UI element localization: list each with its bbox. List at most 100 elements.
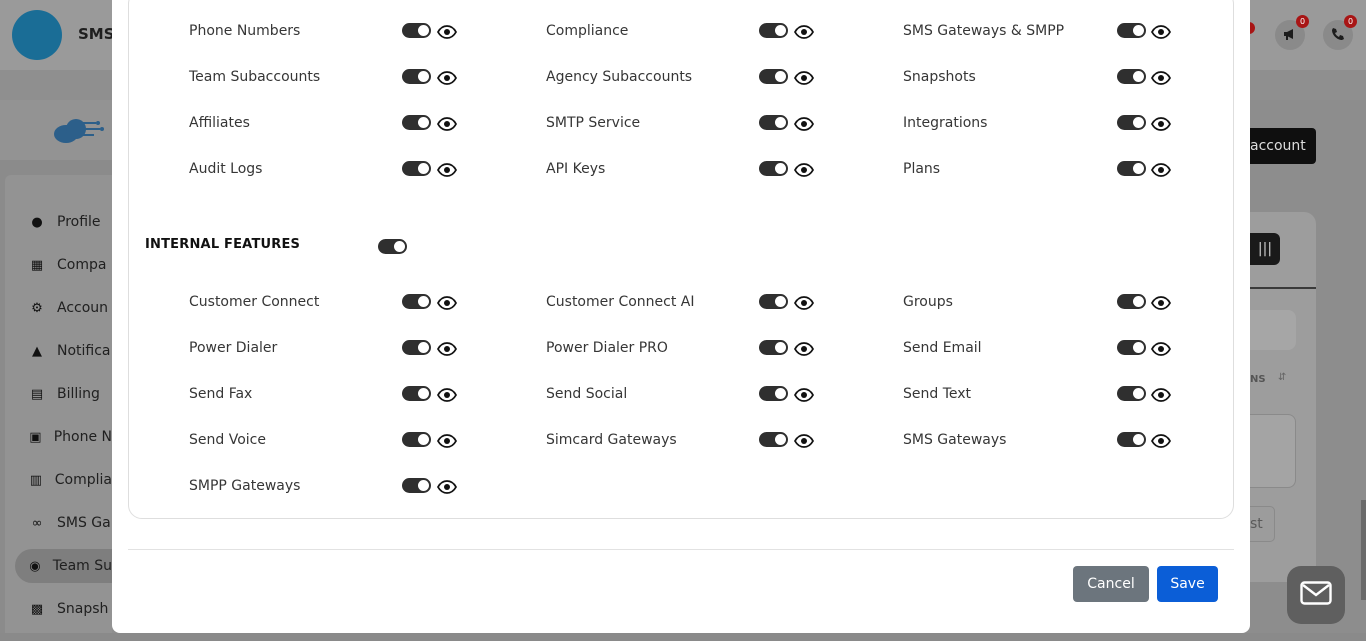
toggle-knob [418,117,429,128]
eye-icon[interactable] [1150,70,1172,85]
toggle-plans[interactable] [1117,161,1146,176]
eye-icon[interactable] [436,162,458,177]
eye-icon[interactable] [436,341,458,356]
toggle-send-email[interactable] [1117,340,1146,355]
toggle-agency-subaccounts[interactable] [759,69,788,84]
toggle-knob [418,388,429,399]
sidebar-item-label: Compa [57,257,107,273]
toggle-integrations[interactable] [1117,115,1146,130]
eye-icon[interactable] [793,387,815,402]
sidebar-item-compliance[interactable]: ▥ Complia [15,463,112,497]
feature-label-sms-gateways-and-smpp: SMS Gateways & SMPP [903,23,1065,39]
eye-icon[interactable] [793,341,815,356]
eye-icon[interactable] [436,433,458,448]
feature-label-customer-connect-ai: Customer Connect AI [546,294,695,310]
toggle-smpp-gateways[interactable] [402,478,431,493]
sidebar-item-notifications[interactable]: ▲ Notifica [15,334,112,368]
next-page-button[interactable]: st [1250,506,1275,542]
page-bottom [0,633,1366,641]
eye-icon[interactable] [793,433,815,448]
toggle-knob [775,71,786,82]
toggle-audit-logs[interactable] [402,161,431,176]
eye-icon[interactable] [436,116,458,131]
eye-icon[interactable] [793,24,815,39]
toggle-knob [1133,342,1144,353]
eye-icon[interactable] [436,24,458,39]
toggle-send-text[interactable] [1117,386,1146,401]
internal-features-toggle[interactable] [378,239,407,254]
eye-icon[interactable] [1150,433,1172,448]
eye-icon[interactable] [1150,295,1172,310]
feature-label-power-dialer-pro: Power Dialer PRO [546,340,668,356]
toggle-phone-numbers[interactable] [402,23,431,38]
envelope-icon [1300,581,1332,609]
toggle-power-dialer-pro[interactable] [759,340,788,355]
toggle-compliance[interactable] [759,23,788,38]
toggle-send-voice[interactable] [402,432,431,447]
toggle-power-dialer[interactable] [402,340,431,355]
feature-label-send-fax: Send Fax [189,386,253,402]
column-header[interactable]: NS [1250,374,1266,385]
eye-icon[interactable] [436,295,458,310]
scrollbar[interactable] [1361,500,1366,600]
eye-icon[interactable] [1150,116,1172,131]
calls-button[interactable]: 0 [1323,15,1357,50]
sidebar-item-billing[interactable]: ▤ Billing [15,377,112,411]
toggle-customer-connect-ai[interactable] [759,294,788,309]
sidebar-item-team-subaccounts[interactable]: ◉ Team Su [15,549,112,583]
toggle-knob [1133,117,1144,128]
cancel-button[interactable]: Cancel [1073,566,1149,602]
toggle-api-keys[interactable] [759,161,788,176]
toggle-send-fax[interactable] [402,386,431,401]
user-icon: ● [31,214,43,230]
toggle-send-social[interactable] [759,386,788,401]
eye-icon[interactable] [793,116,815,131]
feature-label-audit-logs: Audit Logs [189,161,263,177]
toggle-groups[interactable] [1117,294,1146,309]
eye-icon[interactable] [793,70,815,85]
toggle-sms-gateways[interactable] [1117,432,1146,447]
toggle-snapshots[interactable] [1117,69,1146,84]
toggle-knob [1133,434,1144,445]
eye-icon[interactable] [436,479,458,494]
sidebar-item-profile[interactable]: ● Profile [15,205,112,239]
eye-icon[interactable] [793,295,815,310]
tab-divider [1250,287,1316,289]
toggle-customer-connect[interactable] [402,294,431,309]
toggle-affiliates[interactable] [402,115,431,130]
eye-icon[interactable] [436,70,458,85]
feature-label-affiliates: Affiliates [189,115,250,131]
id-card-icon: ▣ [29,429,42,445]
messages-button[interactable] [1287,566,1345,624]
phone-icon [1330,26,1346,46]
eye-icon[interactable] [1150,387,1172,402]
feature-label-send-voice: Send Voice [189,432,266,448]
sidebar-item-account[interactable]: ⚙ Accoun [15,291,112,325]
grid-view-button[interactable]: ||| [1250,233,1280,265]
eye-icon[interactable] [1150,341,1172,356]
avatar[interactable] [12,10,62,60]
sidebar-item-snapshots[interactable]: ▩ Snapsh [15,592,112,626]
toggle-knob [775,25,786,36]
feature-label-groups: Groups [903,294,953,310]
sidebar-item-company[interactable]: ▦ Compa [15,248,112,282]
toggle-knob [418,434,429,445]
search-input[interactable] [1250,310,1296,350]
toggle-simcard-gateways[interactable] [759,432,788,447]
sidebar-item-label: Team Su [52,558,112,574]
announcements-button[interactable]: 0 [1275,15,1309,50]
toggle-sms-gateways-and-smpp[interactable] [1117,23,1146,38]
eye-icon[interactable] [793,162,815,177]
feature-label-plans: Plans [903,161,941,177]
eye-icon[interactable] [436,387,458,402]
eye-icon[interactable] [1150,162,1172,177]
sidebar-item-phone-numbers[interactable]: ▣ Phone N [15,420,112,454]
sidebar-item-sms-gateways[interactable]: ∞ SMS Ga [15,506,112,540]
save-button[interactable]: Save [1157,566,1218,602]
eye-icon[interactable] [1150,24,1172,39]
toggle-smtp-service[interactable] [759,115,788,130]
sort-icon[interactable]: ⇵ [1278,372,1286,383]
add-subaccount-button[interactable]: account [1250,128,1316,164]
toggle-team-subaccounts[interactable] [402,69,431,84]
toggle-knob [418,480,429,491]
